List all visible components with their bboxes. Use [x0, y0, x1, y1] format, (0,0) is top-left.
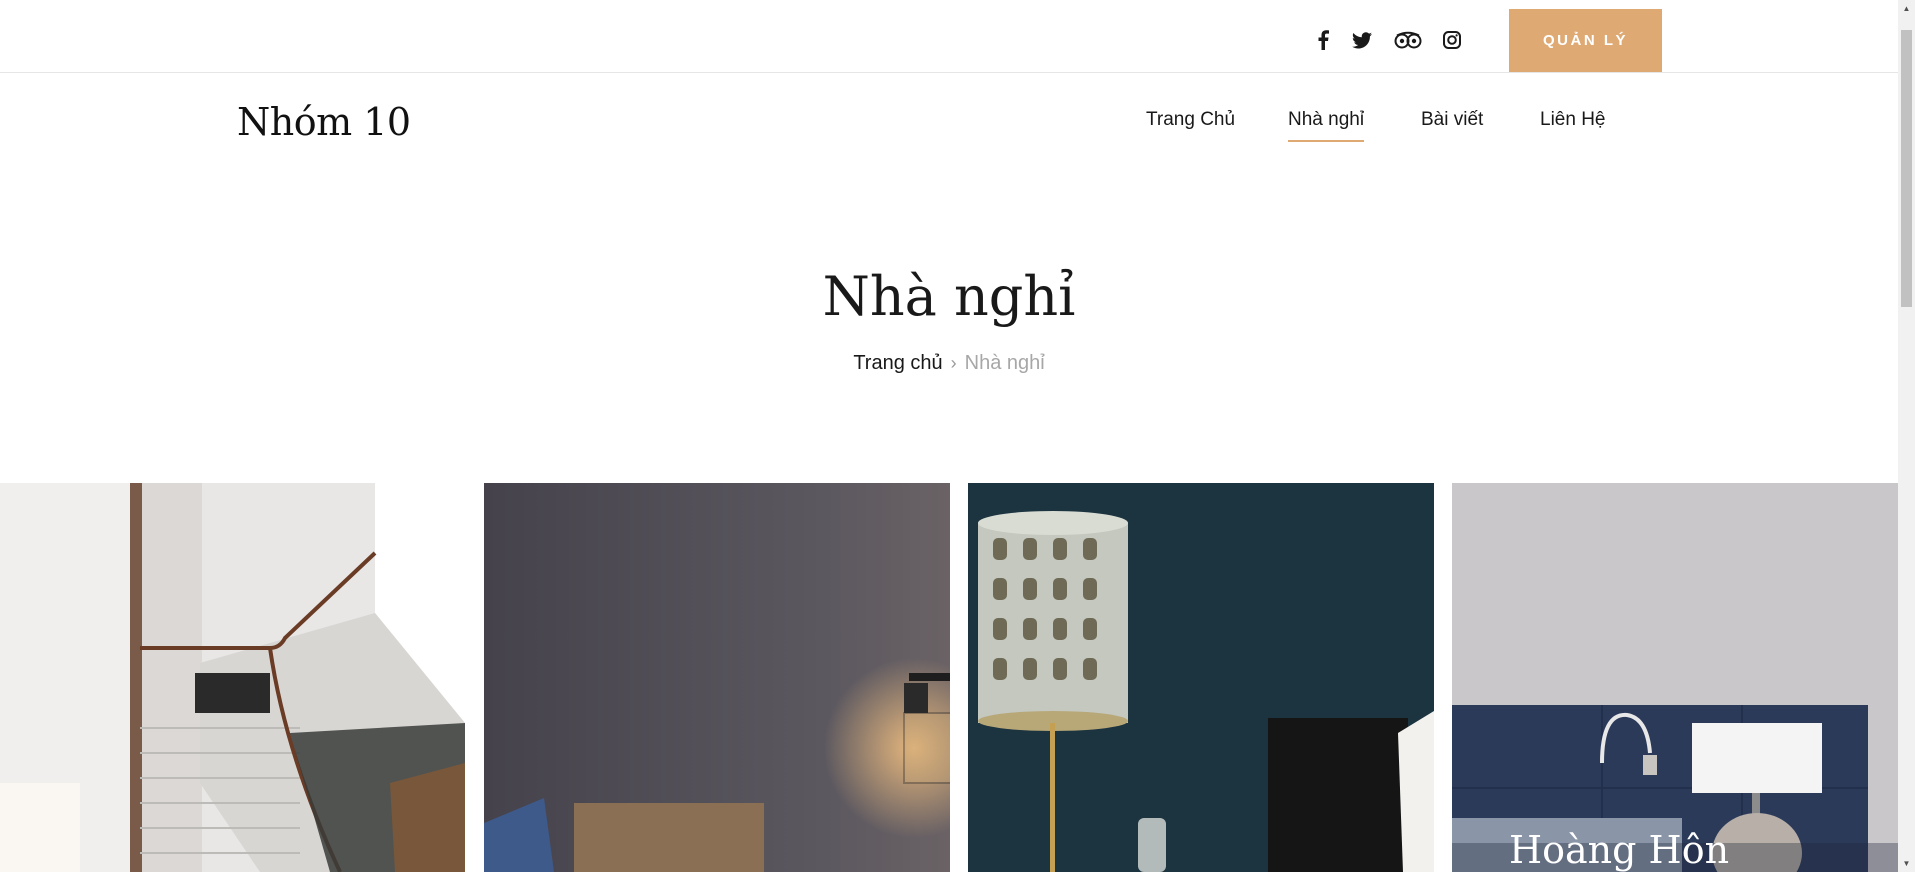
- scroll-thumb[interactable]: [1901, 30, 1912, 307]
- room-image: [0, 483, 465, 872]
- room-image: [484, 483, 950, 872]
- nav-item-blog[interactable]: Bài viết: [1421, 109, 1483, 131]
- chevron-right-icon: ›: [950, 353, 957, 373]
- nav-item-contact[interactable]: Liên Hệ: [1540, 109, 1606, 131]
- room-card-title[interactable]: Hoàng Hôn: [1509, 828, 1729, 872]
- page-scrollbar[interactable]: ▲ ▼: [1898, 0, 1915, 872]
- room-card[interactable]: [968, 483, 1434, 872]
- twitter-icon[interactable]: [1349, 26, 1375, 54]
- breadcrumb-home[interactable]: Trang chủ: [853, 352, 942, 375]
- scroll-down-arrow-icon[interactable]: ▼: [1898, 855, 1915, 872]
- room-card[interactable]: [0, 483, 465, 872]
- room-card[interactable]: Hoàng Hôn: [1452, 483, 1898, 872]
- instagram-icon[interactable]: [1441, 26, 1463, 54]
- manage-button[interactable]: QUẢN LÝ: [1509, 9, 1662, 72]
- facebook-icon[interactable]: [1312, 26, 1334, 54]
- scroll-up-arrow-icon[interactable]: ▲: [1898, 0, 1915, 17]
- room-image: [968, 483, 1434, 872]
- room-image: [1452, 483, 1898, 872]
- room-card[interactable]: [484, 483, 950, 872]
- nav-item-rooms[interactable]: Nhà nghỉ: [1288, 109, 1365, 142]
- nav-item-home[interactable]: Trang Chủ: [1146, 109, 1235, 131]
- breadcrumb: Trang chủ › Nhà nghỉ: [0, 352, 1898, 375]
- page-title: Nhà nghỉ: [822, 265, 1076, 328]
- top-bar: QUẢN LÝ: [0, 0, 1898, 73]
- tripadvisor-icon[interactable]: [1393, 26, 1423, 54]
- breadcrumb-current: Nhà nghỉ: [964, 352, 1045, 374]
- site-logo[interactable]: Nhóm 10: [237, 100, 411, 144]
